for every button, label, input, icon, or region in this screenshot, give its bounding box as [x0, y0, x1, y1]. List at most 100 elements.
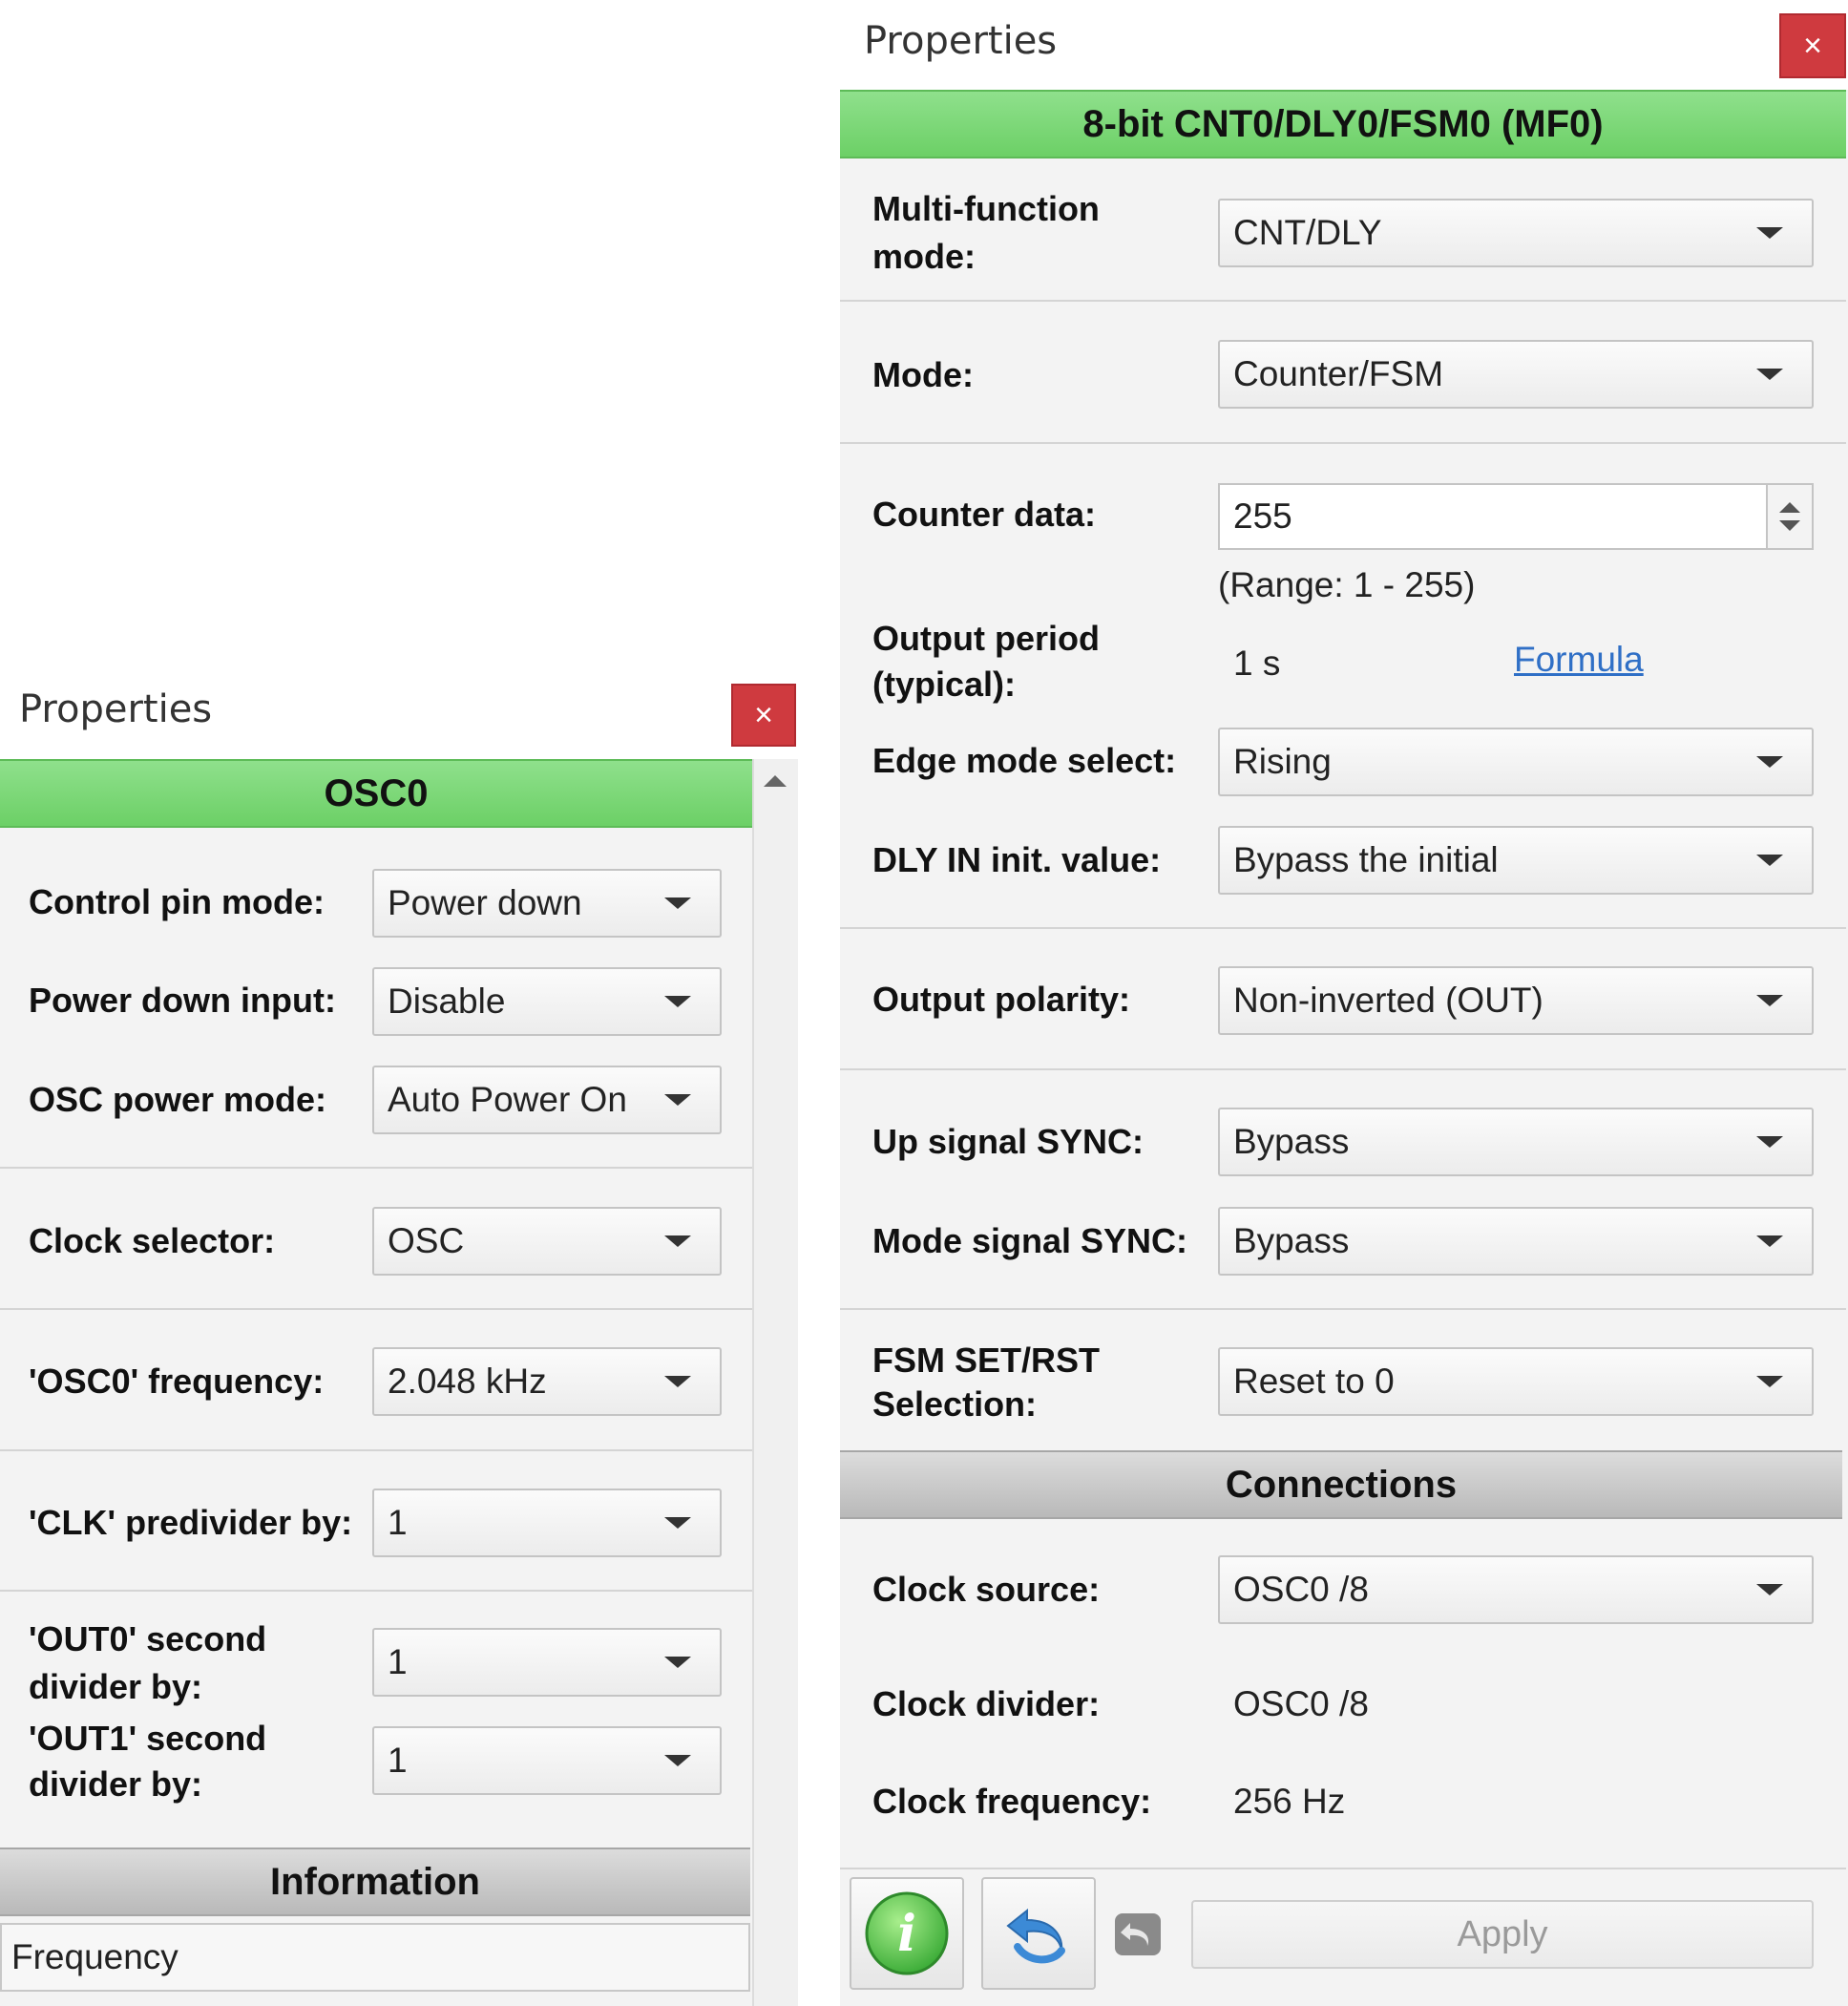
dropdown-value: 2.048 kHz — [388, 1362, 547, 1401]
dropdown-value: Power down — [388, 883, 582, 922]
left-close-button[interactable]: × — [731, 684, 796, 747]
chevron-down-icon — [1756, 1376, 1783, 1387]
control-pin-mode-dropdown[interactable]: Power down — [372, 869, 722, 938]
chevron-down-icon — [664, 996, 691, 1007]
scroll-up-icon[interactable] — [764, 775, 787, 787]
chevron-down-icon — [1756, 1235, 1783, 1247]
counter-data-input[interactable]: 255 — [1220, 496, 1766, 537]
mode-label: Mode: — [872, 355, 974, 394]
osc0-frequency-dropdown[interactable]: 2.048 kHz — [372, 1347, 722, 1416]
clock-source-dropdown[interactable]: OSC0 /8 — [1218, 1555, 1814, 1624]
dropdown-value: Counter/FSM — [1233, 354, 1444, 393]
output-period-label-line2: (typical): — [872, 665, 1017, 704]
out0-divider-label-line1: 'OUT0' second — [29, 1619, 267, 1658]
dropdown-value: OSC0 /8 — [1233, 1570, 1369, 1609]
power-down-input-dropdown[interactable]: Disable — [372, 967, 722, 1036]
edge-mode-dropdown[interactable]: Rising — [1218, 728, 1814, 796]
osc0-frequency-label: 'OSC0' frequency: — [29, 1362, 325, 1401]
osc0-header: OSC0 — [0, 759, 752, 828]
right-panel-title: Properties — [864, 19, 1058, 63]
output-polarity-dropdown[interactable]: Non-inverted (OUT) — [1218, 966, 1814, 1035]
mf0-header: 8-bit CNT0/DLY0/FSM0 (MF0) — [840, 90, 1846, 158]
up-signal-sync-label: Up signal SYNC: — [872, 1122, 1144, 1161]
separator — [840, 442, 1846, 444]
information-header: Information — [0, 1848, 750, 1916]
right-close-button[interactable]: × — [1779, 13, 1846, 78]
dropdown-value: Auto Power On — [388, 1080, 627, 1119]
dropdown-value: Non-inverted (OUT) — [1233, 981, 1544, 1020]
out0-divider-label-line2: divider by: — [29, 1667, 203, 1706]
separator — [840, 1068, 1846, 1070]
edge-mode-label: Edge mode select: — [872, 741, 1177, 780]
spin-up-icon[interactable] — [1779, 502, 1800, 513]
chevron-down-icon — [664, 1376, 691, 1387]
up-signal-sync-dropdown[interactable]: Bypass — [1218, 1108, 1814, 1176]
output-period-value: 1 s — [1233, 644, 1281, 683]
mode-signal-sync-dropdown[interactable]: Bypass — [1218, 1207, 1814, 1276]
chevron-down-icon — [664, 1094, 691, 1106]
counter-data-spinbox[interactable]: 255 — [1218, 483, 1814, 550]
apply-button[interactable]: Apply — [1191, 1900, 1814, 1969]
dropdown-value: Bypass the initial — [1233, 840, 1499, 879]
chevron-down-icon — [664, 1755, 691, 1766]
clock-frequency-label: Clock frequency: — [872, 1782, 1152, 1821]
osc-power-mode-dropdown[interactable]: Auto Power On — [372, 1066, 722, 1134]
info-icon: i — [865, 1891, 949, 1975]
fsm-set-rst-label-line2: Selection: — [872, 1384, 1038, 1424]
clk-predivider-dropdown[interactable]: 1 — [372, 1489, 722, 1557]
multi-function-mode-dropdown[interactable]: CNT/DLY — [1218, 199, 1814, 267]
undo-button[interactable] — [981, 1877, 1096, 1990]
clock-divider-value: OSC0 /8 — [1233, 1684, 1369, 1723]
multi-function-mode-label-line2: mode: — [872, 237, 976, 276]
separator — [840, 927, 1846, 929]
chevron-down-icon — [664, 1657, 691, 1668]
dropdown-value: 1 — [388, 1741, 408, 1780]
fsm-set-rst-dropdown[interactable]: Reset to 0 — [1218, 1347, 1814, 1416]
clock-source-label: Clock source: — [872, 1570, 1101, 1609]
frequency-row: Frequency — [0, 1923, 750, 1992]
control-pin-mode-label: Control pin mode: — [29, 882, 325, 921]
chevron-down-icon — [1756, 995, 1783, 1006]
mode-signal-sync-label: Mode signal SYNC: — [872, 1221, 1188, 1260]
chevron-down-icon — [664, 1517, 691, 1529]
chevron-down-icon — [1756, 1584, 1783, 1595]
reset-icon[interactable] — [1109, 1906, 1166, 1963]
separator — [840, 300, 1846, 302]
dly-in-init-dropdown[interactable]: Bypass the initial — [1218, 826, 1814, 895]
separator — [0, 1590, 752, 1592]
clock-selector-dropdown[interactable]: OSC — [372, 1207, 722, 1276]
chevron-down-icon — [1756, 227, 1783, 239]
dropdown-value: CNT/DLY — [1233, 213, 1382, 252]
multi-function-mode-label-line1: Multi-function — [872, 189, 1100, 228]
chevron-down-icon — [664, 1235, 691, 1247]
out1-divider-label-line1: 'OUT1' second — [29, 1719, 267, 1758]
out0-divider-dropdown[interactable]: 1 — [372, 1628, 722, 1697]
dropdown-value: 1 — [388, 1503, 408, 1542]
formula-link[interactable]: Formula — [1514, 640, 1644, 680]
separator — [840, 1868, 1846, 1869]
spin-down-icon[interactable] — [1779, 520, 1800, 531]
out1-divider-dropdown[interactable]: 1 — [372, 1726, 722, 1795]
dropdown-value: Bypass — [1233, 1122, 1350, 1161]
chevron-down-icon — [1756, 855, 1783, 866]
out1-divider-label-line2: divider by: — [29, 1764, 203, 1804]
clock-divider-label: Clock divider: — [872, 1684, 1101, 1723]
undo-icon — [1006, 1908, 1065, 1964]
chevron-down-icon — [1756, 369, 1783, 380]
power-down-input-label: Power down input: — [29, 981, 336, 1020]
chevron-down-icon — [1756, 756, 1783, 768]
osc-power-mode-label: OSC power mode: — [29, 1080, 327, 1119]
dropdown-value: Reset to 0 — [1233, 1362, 1395, 1401]
dropdown-value: OSC — [388, 1221, 465, 1260]
clock-frequency-value: 256 Hz — [1233, 1782, 1346, 1821]
chevron-down-icon — [664, 897, 691, 909]
clock-selector-label: Clock selector: — [29, 1221, 276, 1260]
mode-dropdown[interactable]: Counter/FSM — [1218, 340, 1814, 409]
output-period-label-line1: Output period — [872, 619, 1100, 658]
clk-predivider-label: 'CLK' predivider by: — [29, 1503, 353, 1542]
info-button[interactable]: i — [850, 1877, 964, 1990]
dropdown-value: Disable — [388, 982, 506, 1021]
left-panel-title: Properties — [19, 687, 213, 731]
spin-buttons[interactable] — [1766, 485, 1812, 548]
left-scrollbar[interactable] — [752, 759, 798, 2006]
